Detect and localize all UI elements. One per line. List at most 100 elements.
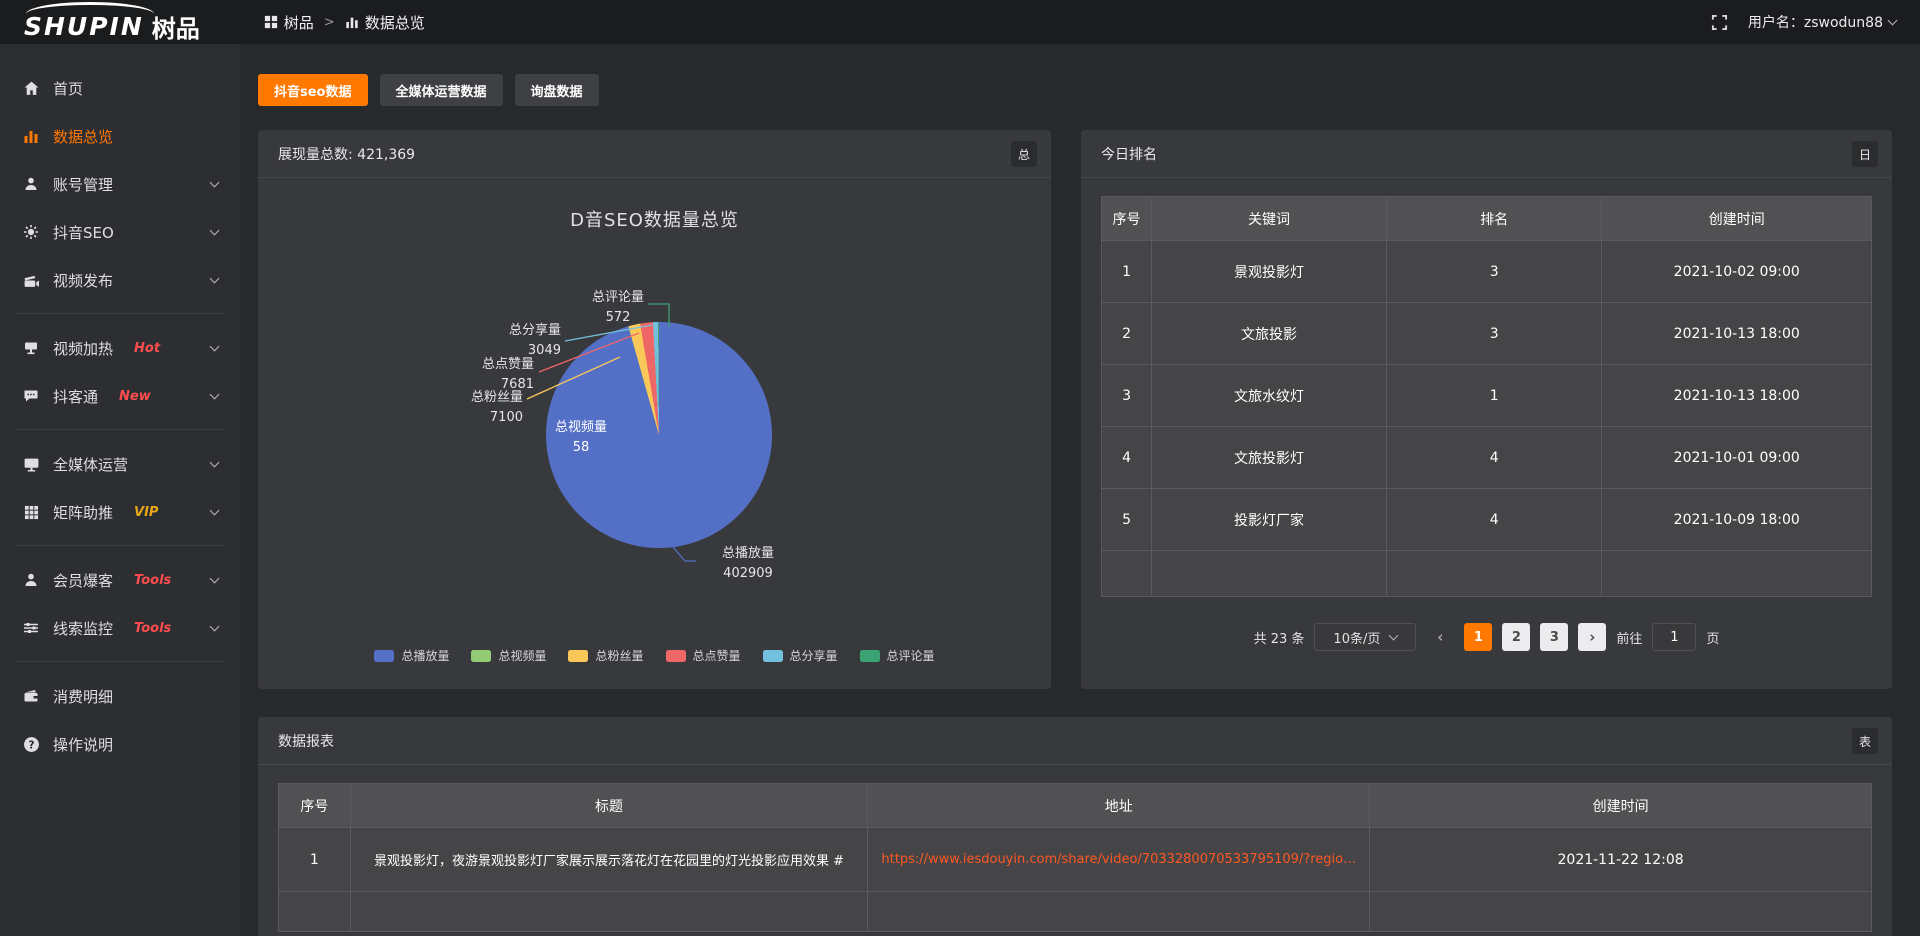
main-content: 抖音seo数据 全媒体运营数据 询盘数据 展现量总数: 421,369 总 D音…: [240, 44, 1920, 936]
sidebar-item-home[interactable]: 首页: [0, 64, 240, 112]
goto-page-input[interactable]: [1652, 623, 1696, 651]
legend-item-likes[interactable]: 总点赞量: [666, 647, 741, 664]
monitor-icon: [22, 456, 40, 473]
tools-badge: Tools: [134, 573, 171, 588]
tab-douyin-seo-data[interactable]: 抖音seo数据: [258, 74, 368, 106]
cell-created: 2021-10-02 09:00: [1602, 241, 1872, 303]
cell-video-link[interactable]: https://www.iesdouyin.com/share/video/70…: [868, 828, 1370, 892]
pie-label-videos: 总视频量 58: [520, 418, 642, 457]
username-label: 用户名：zswodun88: [1748, 12, 1883, 32]
data-tabs: 抖音seo数据 全媒体运营数据 询盘数据: [258, 74, 1892, 106]
cell-created: 2021-10-13 18:00: [1602, 365, 1872, 427]
cell-rank: 4: [1386, 489, 1602, 551]
sidebar-item-media-ops[interactable]: 全媒体运营: [0, 440, 240, 488]
sidebar-item-douyin-seo[interactable]: 抖音SEO: [0, 208, 240, 256]
page-button-1[interactable]: 1: [1464, 623, 1492, 651]
sidebar-item-label: 全媒体运营: [53, 454, 128, 475]
user-menu[interactable]: 用户名：zswodun88: [1748, 12, 1896, 32]
table-row-partial: [279, 892, 1872, 932]
member-icon: [22, 572, 40, 588]
sidebar-divider: [16, 545, 224, 546]
page-size-select[interactable]: 10条/页: [1314, 623, 1416, 651]
next-page-button[interactable]: ›: [1578, 623, 1606, 651]
rank-table-header-row: 序号 关键词 排名 创建时间: [1102, 197, 1872, 241]
tab-inquiry-data[interactable]: 询盘数据: [515, 74, 599, 106]
rank-panel-title: 今日排名: [1101, 144, 1157, 164]
chevron-down-icon: [1888, 16, 1898, 26]
pie-label-value: 58: [520, 438, 642, 458]
sidebar-divider: [16, 313, 224, 314]
legend-swatch: [471, 650, 491, 662]
legend-swatch: [568, 650, 588, 662]
cell-keyword: 文旅投影灯: [1152, 427, 1387, 489]
tab-media-ops-data[interactable]: 全媒体运营数据: [380, 74, 503, 106]
total-toggle-button[interactable]: 总: [1011, 141, 1037, 167]
legend-label: 总视频量: [498, 647, 546, 664]
pie-label-name: 总点赞量: [416, 355, 534, 375]
sidebar-item-label: 会员爆客: [53, 570, 113, 591]
sidebar-item-lead-monitor[interactable]: 线索监控 Tools: [0, 604, 240, 652]
legend-item-plays[interactable]: 总播放量: [374, 647, 449, 664]
pagination: 共 23 条 10条/页 ‹ 1 2 3 › 前往 页: [1081, 623, 1892, 651]
legend-item-comments[interactable]: 总评论量: [860, 647, 935, 664]
table-row[interactable]: 4 文旅投影灯 4 2021-10-01 09:00: [1102, 427, 1872, 489]
cell-created: 2021-10-13 18:00: [1602, 303, 1872, 365]
report-table: 序号 标题 地址 创建时间 1 景观投影灯，夜游景观投影灯厂家展示展示落花灯在花…: [278, 783, 1872, 932]
chevron-down-icon: [210, 458, 220, 468]
sidebar-item-matrix-boost[interactable]: 矩阵助推 VIP: [0, 488, 240, 536]
pie-chart-area: D音SEO数据量总览 总评论量 572 总分享量: [258, 178, 1051, 688]
tools-badge: Tools: [134, 621, 171, 636]
prev-page-button[interactable]: ‹: [1426, 623, 1454, 651]
table-row[interactable]: 1 景观投影灯，夜游景观投影灯厂家展示展示落花灯在花园里的灯光投影应用效果 # …: [279, 828, 1872, 892]
chevron-down-icon: [210, 574, 220, 584]
user-icon: [22, 176, 40, 192]
sidebar-item-label: 视频加热: [53, 338, 113, 359]
table-row[interactable]: 3 文旅水纹灯 1 2021-10-13 18:00: [1102, 365, 1872, 427]
sidebar-item-video-heat[interactable]: 视频加热 Hot: [0, 324, 240, 372]
table-row[interactable]: 1 景观投影灯 3 2021-10-02 09:00: [1102, 241, 1872, 303]
sidebar-item-video-publish[interactable]: 视频发布: [0, 256, 240, 304]
breadcrumb-root[interactable]: 树品: [264, 12, 314, 33]
rank-table: 序号 关键词 排名 创建时间 1 景观投影灯 3 2021-10-02 09:0…: [1101, 196, 1872, 597]
logo-text-cn: 树品: [152, 9, 200, 44]
svg-text:?: ?: [28, 738, 34, 751]
report-panel-title: 数据报表: [278, 731, 334, 751]
breadcrumb: 树品 > 数据总览: [264, 12, 425, 33]
legend-item-fans[interactable]: 总粉丝量: [568, 647, 643, 664]
legend-item-videos[interactable]: 总视频量: [471, 647, 546, 664]
app-logo: SHUPIN 树品: [24, 1, 200, 44]
cell-keyword: 文旅水纹灯: [1152, 365, 1387, 427]
billboard-icon: [22, 340, 40, 356]
bar-chart-icon: [22, 128, 40, 144]
page-button-2[interactable]: 2: [1502, 623, 1530, 651]
goto-suffix: 页: [1706, 628, 1719, 647]
cell-empty: [1370, 892, 1872, 932]
breadcrumb-current-label: 数据总览: [365, 12, 425, 33]
sidebar-item-spend-detail[interactable]: 消费明细: [0, 672, 240, 720]
pie-label-value: 402909: [690, 564, 806, 584]
cell-empty: [1152, 551, 1387, 597]
sidebar-item-help[interactable]: ? 操作说明: [0, 720, 240, 768]
breadcrumb-current[interactable]: 数据总览: [345, 12, 425, 33]
sidebar-item-member-burst[interactable]: 会员爆客 Tools: [0, 556, 240, 604]
cell-rank: 1: [1386, 365, 1602, 427]
table-toggle-button[interactable]: 表: [1852, 728, 1878, 754]
cell-rank: 3: [1386, 241, 1602, 303]
page-button-3[interactable]: 3: [1540, 623, 1568, 651]
sidebar-item-doketong[interactable]: 抖客通 New: [0, 372, 240, 420]
table-row[interactable]: 2 文旅投影 3 2021-10-13 18:00: [1102, 303, 1872, 365]
sidebar-item-account[interactable]: 账号管理: [0, 160, 240, 208]
topbar-right: 用户名：zswodun88: [1711, 12, 1896, 32]
sidebar-item-data-overview[interactable]: 数据总览: [0, 112, 240, 160]
sidebar-item-label: 矩阵助推: [53, 502, 113, 523]
day-toggle-button[interactable]: 日: [1852, 141, 1878, 167]
table-row[interactable]: 5 投影灯厂家 4 2021-10-09 18:00: [1102, 489, 1872, 551]
pie-label-value: 572: [558, 308, 678, 328]
chevron-down-icon: [210, 274, 220, 284]
legend-label: 总评论量: [887, 647, 935, 664]
cell-index: 4: [1102, 427, 1152, 489]
fullscreen-icon[interactable]: [1711, 14, 1728, 31]
impressions-total-label: 展现量总数: 421,369: [278, 144, 415, 164]
legend-item-shares[interactable]: 总分享量: [763, 647, 838, 664]
pie-label-name: 总粉丝量: [405, 388, 523, 408]
